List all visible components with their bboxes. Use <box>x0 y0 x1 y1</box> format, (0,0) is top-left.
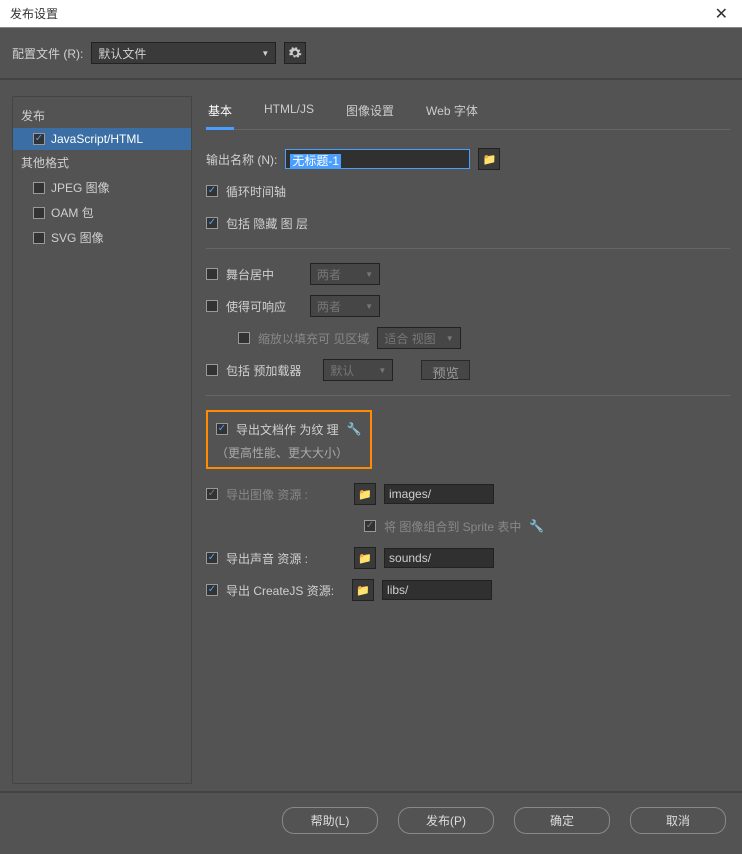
chevron-down-icon: ▼ <box>365 302 373 311</box>
preloader-label: 包括 预加载器 <box>226 362 301 379</box>
include-hidden-label: 包括 隐藏 图 层 <box>226 215 308 232</box>
sidebar-item-svg[interactable]: SVG 图像 <box>13 225 191 250</box>
checkbox-icon[interactable] <box>33 232 45 244</box>
close-icon[interactable]: ✕ <box>711 4 732 24</box>
preloader-dropdown[interactable]: 默认 ▼ <box>323 359 393 381</box>
export-createjs-label: 导出 CreateJS 资源: <box>226 582 334 599</box>
responsive-checkbox[interactable] <box>206 300 218 312</box>
ok-button[interactable]: 确定 <box>514 807 610 834</box>
export-texture-label: 导出文档作 为纹 理 <box>236 421 339 438</box>
dialog-title: 发布设置 <box>10 5 711 22</box>
export-createjs-checkbox[interactable] <box>206 584 218 596</box>
stage-center-checkbox[interactable] <box>206 268 218 280</box>
dropdown-value: 两者 <box>317 266 341 283</box>
output-name-label: 输出名称 (N): <box>206 151 277 168</box>
preview-button[interactable]: 预览 <box>421 360 470 380</box>
checkbox-icon[interactable] <box>33 207 45 219</box>
sidebar-item-jshtml[interactable]: JavaScript/HTML <box>13 128 191 150</box>
publish-button[interactable]: 发布(P) <box>398 807 494 834</box>
config-dropdown[interactable]: 默认文件 ▼ <box>91 42 276 64</box>
export-image-label: 导出图像 资源 : <box>226 486 308 503</box>
sidebar-item-label: JPEG 图像 <box>51 179 110 196</box>
dropdown-value: 默认 <box>330 362 354 379</box>
export-createjs-path[interactable]: libs/ <box>382 580 492 600</box>
combine-sprite-label: 将 图像组合到 Sprite 表中 <box>384 518 521 535</box>
tab-image[interactable]: 图像设置 <box>344 98 396 129</box>
wrench-icon[interactable]: 🔧 <box>529 519 544 533</box>
folder-icon[interactable]: 📁 <box>354 547 376 569</box>
responsive-label: 使得可响应 <box>226 298 286 315</box>
dropdown-value: 适合 视图 <box>384 330 435 347</box>
sidebar-group-publish: 发布 <box>13 103 191 128</box>
sidebar-item-label: JavaScript/HTML <box>51 132 143 146</box>
tab-basic[interactable]: 基本 <box>206 98 234 130</box>
folder-icon[interactable]: 📁 <box>352 579 374 601</box>
sidebar-item-label: SVG 图像 <box>51 229 104 246</box>
scale-fill-label: 缩放以填充可 见区域 <box>258 330 369 347</box>
export-image-checkbox[interactable] <box>206 488 218 500</box>
help-button[interactable]: 帮助(L) <box>282 807 378 834</box>
stage-center-dropdown[interactable]: 两者 ▼ <box>310 263 380 285</box>
checkbox-icon[interactable] <box>33 182 45 194</box>
chevron-down-icon: ▼ <box>261 49 269 58</box>
preloader-checkbox[interactable] <box>206 364 218 376</box>
export-texture-subtext: （更高性能、更大大小） <box>216 444 362 461</box>
chevron-down-icon: ▼ <box>378 366 386 375</box>
loop-timeline-label: 循环时间轴 <box>226 183 286 200</box>
tab-htmljs[interactable]: HTML/JS <box>262 98 316 129</box>
output-name-input[interactable]: 无标题-1 <box>285 149 470 169</box>
combine-sprite-checkbox[interactable] <box>364 520 376 532</box>
folder-icon[interactable]: 📁 <box>354 483 376 505</box>
sidebar-group-other: 其他格式 <box>13 150 191 175</box>
folder-icon[interactable]: 📁 <box>478 148 500 170</box>
cancel-button[interactable]: 取消 <box>630 807 726 834</box>
dropdown-value: 两者 <box>317 298 341 315</box>
tab-webfont[interactable]: Web 字体 <box>424 98 480 129</box>
wrench-icon[interactable]: 🔧 <box>347 422 362 436</box>
sidebar-item-label: OAM 包 <box>51 204 94 221</box>
export-sound-path[interactable]: sounds/ <box>384 548 494 568</box>
export-sound-label: 导出声音 资源 : <box>226 550 308 567</box>
gear-icon[interactable] <box>284 42 306 64</box>
chevron-down-icon: ▼ <box>446 334 454 343</box>
chevron-down-icon: ▼ <box>365 270 373 279</box>
include-hidden-checkbox[interactable] <box>206 217 218 229</box>
export-sound-checkbox[interactable] <box>206 552 218 564</box>
output-name-value: 无标题-1 <box>290 154 341 168</box>
checkbox-icon[interactable] <box>33 133 45 145</box>
sidebar-item-oam[interactable]: OAM 包 <box>13 200 191 225</box>
sidebar-item-jpeg[interactable]: JPEG 图像 <box>13 175 191 200</box>
export-texture-highlight: 导出文档作 为纹 理 🔧 （更高性能、更大大小） <box>206 410 372 469</box>
export-texture-checkbox[interactable] <box>216 423 228 435</box>
config-value: 默认文件 <box>98 45 146 62</box>
sidebar: 发布 JavaScript/HTML 其他格式 JPEG 图像 OAM 包 SV… <box>12 96 192 784</box>
responsive-dropdown[interactable]: 两者 ▼ <box>310 295 380 317</box>
config-label: 配置文件 (R): <box>12 45 83 62</box>
scale-fill-checkbox[interactable] <box>238 332 250 344</box>
stage-center-label: 舞台居中 <box>226 266 274 283</box>
loop-timeline-checkbox[interactable] <box>206 185 218 197</box>
scale-fill-dropdown[interactable]: 适合 视图 ▼ <box>377 327 460 349</box>
export-image-path[interactable]: images/ <box>384 484 494 504</box>
